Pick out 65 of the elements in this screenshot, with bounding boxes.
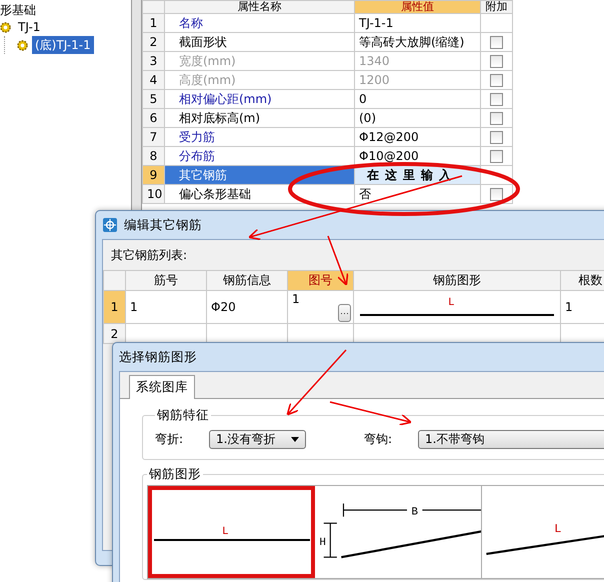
checkbox[interactable] [490,54,503,68]
column-header: 筋号 [126,270,206,290]
row-number: 3 [142,52,164,70]
bar-shape-drawing: L [358,294,556,318]
group-title: 钢筋图形 [148,466,202,483]
property-name[interactable]: 相对底标高(m) [164,108,354,128]
row-number: 1 [142,14,164,32]
property-name[interactable]: 名称 [164,14,354,32]
dimensioned-bar-drawing: H B [319,504,481,558]
row-number: 9 [142,166,164,184]
row-number: 6 [142,108,164,128]
shape-option[interactable]: H B [315,486,482,578]
row-number: 10 [142,184,164,204]
row-number: 8 [142,146,164,166]
column-header: 钢筋图形 [354,270,560,290]
property-value[interactable]: (0) [354,108,480,128]
column-header: 钢筋信息 [206,270,288,290]
property-value[interactable]: Φ12@200 [354,128,480,146]
table-cell: 1 [292,292,300,306]
list-label: 其它钢筋列表: [110,247,188,264]
checkbox[interactable] [490,112,503,124]
straight-bar-drawing: L [154,526,310,541]
column-header: 根数 [560,270,604,290]
tree-item[interactable]: 形基础 [0,2,131,18]
tab[interactable]: 系统图库 [129,375,195,399]
row-number: 2 [104,324,126,344]
table-cell: Φ20 [211,300,236,314]
property-value[interactable]: TJ-1-1 [354,14,480,32]
property-name[interactable]: 受力筋 [164,128,354,146]
dropdown[interactable]: 1.没有弯折 [209,430,306,449]
row-number: 1 [104,290,126,324]
browse-button[interactable]: ··· [338,304,351,322]
row-number: 5 [142,90,164,108]
property-value[interactable]: 0 [354,90,480,108]
tree-item[interactable]: (底)TJ-1-1 [32,36,94,54]
group-title: 钢筋特征 [156,407,210,424]
field-label: 弯折: [155,431,184,448]
property-value[interactable]: 否 [354,184,480,204]
shape-option[interactable]: L [482,486,604,578]
dialog-title: 选择钢筋图形 [119,348,197,366]
property-name[interactable]: 相对偏心距(mm) [164,90,354,108]
checkbox[interactable] [490,92,503,106]
field-label: 弯钩: [364,431,394,448]
dropdown[interactable]: 1.不带弯钩 [418,430,604,449]
dropdown-arrow-icon [291,437,299,442]
shape-option[interactable]: L [148,486,315,578]
property-name[interactable]: 偏心条形基础 [164,184,354,204]
checkbox[interactable] [490,188,503,200]
property-name[interactable]: 截面形状 [164,32,354,52]
table-cell: 1 [565,300,573,314]
sloped-bar-drawing: L [486,522,604,555]
checkbox[interactable] [490,74,503,86]
checkbox[interactable] [490,130,503,144]
gear-icon [17,40,28,50]
app-icon [102,217,118,233]
row-number: 4 [142,70,164,90]
row-number: 7 [142,128,164,146]
column-header: 图号 [288,270,354,290]
checkbox[interactable] [490,150,503,162]
checkbox[interactable] [490,36,503,48]
property-value[interactable]: 等高砖大放脚(缩缝) [354,32,480,52]
row-number: 2 [142,32,164,52]
tree-item[interactable]: TJ-1 [15,18,44,36]
table-cell: 1 [130,300,138,314]
dialog-title: 编辑其它钢筋 [124,216,202,234]
